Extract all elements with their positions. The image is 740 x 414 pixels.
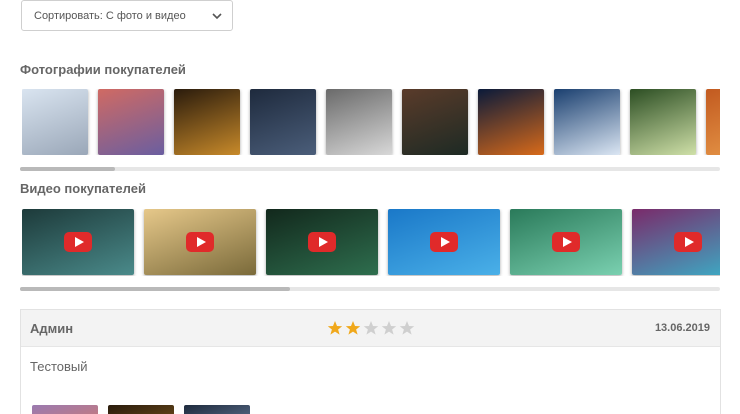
jellyfish-photo[interactable] bbox=[478, 89, 544, 155]
star-empty-icon bbox=[363, 321, 379, 335]
play-icon[interactable] bbox=[674, 232, 702, 252]
star-empty-icon bbox=[399, 321, 415, 335]
play-icon[interactable] bbox=[308, 232, 336, 252]
penguins-photo[interactable] bbox=[554, 89, 620, 155]
hanging-keys-photo[interactable] bbox=[250, 89, 316, 155]
hydrangea-photo[interactable] bbox=[630, 89, 696, 155]
photos-scrollbar-thumb[interactable] bbox=[20, 167, 115, 171]
review-rating bbox=[327, 320, 415, 336]
videos-scrollbar[interactable] bbox=[20, 287, 720, 291]
pier-sunset-photo[interactable] bbox=[32, 405, 98, 414]
golden-leaves-photo[interactable] bbox=[174, 89, 240, 155]
koala-photo[interactable] bbox=[326, 89, 392, 155]
review-author: Админ bbox=[30, 321, 74, 336]
photos-scrollbar[interactable] bbox=[20, 167, 720, 171]
star-filled-icon bbox=[327, 321, 343, 335]
review-date: 13.06.2019 bbox=[654, 322, 710, 334]
hanging-keys-photo[interactable] bbox=[184, 405, 250, 414]
play-icon[interactable] bbox=[552, 232, 580, 252]
pier-sunset-photo[interactable] bbox=[98, 89, 164, 155]
dolphins-video[interactable] bbox=[388, 209, 500, 275]
play-icon[interactable] bbox=[64, 232, 92, 252]
star-filled-icon bbox=[345, 321, 361, 335]
customer-photos-title: Фотографии покупателей bbox=[20, 62, 186, 77]
coast-rocks-photo[interactable] bbox=[402, 89, 468, 155]
chevron-down-icon bbox=[212, 13, 222, 20]
review-photos bbox=[32, 405, 250, 414]
customer-videos-title: Видео покупателей bbox=[20, 181, 146, 196]
review-text: Тестовый bbox=[30, 359, 88, 374]
desert-photo[interactable] bbox=[706, 89, 720, 155]
monitor-desk-photo[interactable] bbox=[22, 89, 88, 155]
play-icon[interactable] bbox=[430, 232, 458, 252]
play-icon[interactable] bbox=[186, 232, 214, 252]
golden-leaves-photo[interactable] bbox=[108, 405, 174, 414]
green-river-video[interactable] bbox=[510, 209, 622, 275]
sort-select-label: Сортировать: С фото и видео bbox=[34, 9, 186, 22]
waterfall-video[interactable] bbox=[632, 209, 720, 275]
meditation-monk-video[interactable] bbox=[144, 209, 256, 275]
fantasy-forest-video[interactable] bbox=[266, 209, 378, 275]
customer-videos-strip bbox=[22, 209, 720, 276]
forest-lake-video[interactable] bbox=[22, 209, 134, 275]
sort-select[interactable]: Сортировать: С фото и видео bbox=[21, 0, 233, 31]
review-card: Админ 13.06.2019 Тестовый bbox=[20, 309, 721, 414]
videos-scrollbar-thumb[interactable] bbox=[20, 287, 290, 291]
star-empty-icon bbox=[381, 321, 397, 335]
review-header: Админ 13.06.2019 bbox=[21, 310, 720, 347]
customer-photos-strip bbox=[22, 89, 720, 155]
